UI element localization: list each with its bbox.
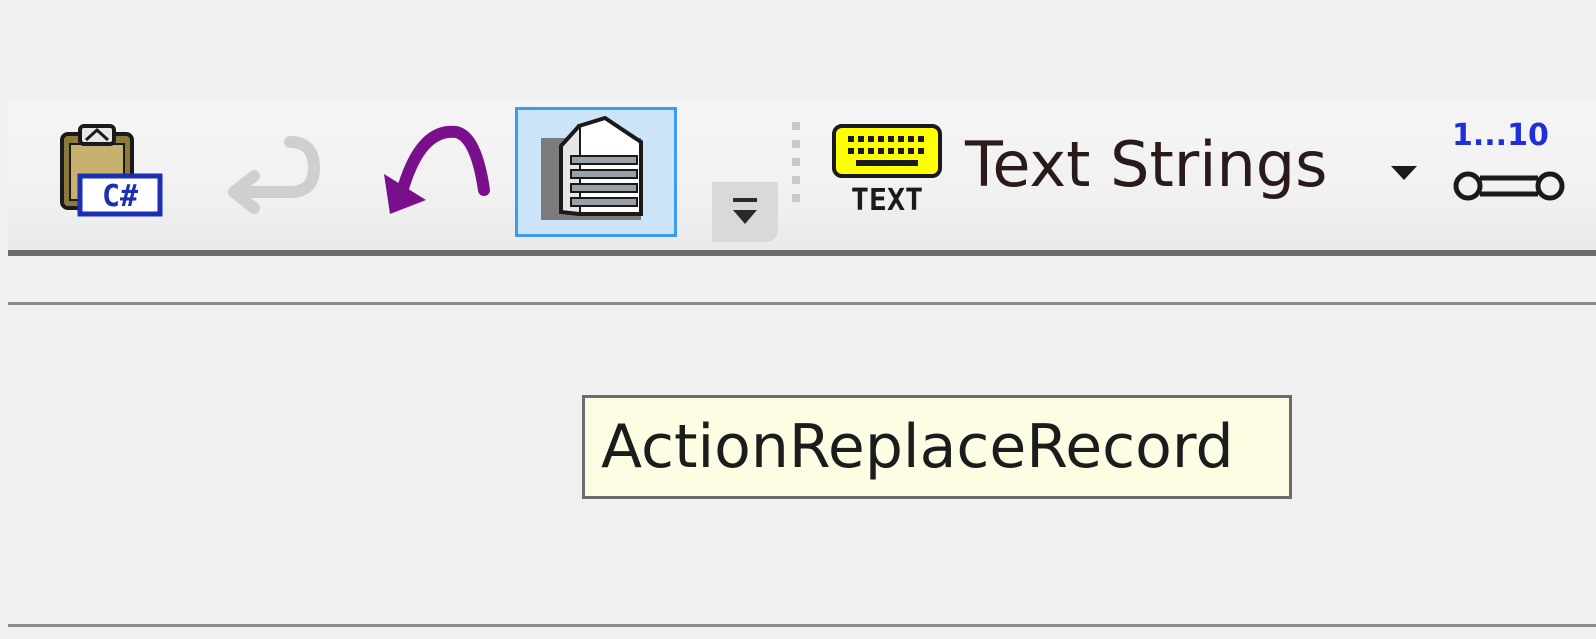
secondary-band [8, 256, 1596, 302]
database-layers-icon [541, 116, 643, 220]
undo-arrow-icon [384, 125, 490, 214]
text-strings-icon-button: TEXT [830, 120, 944, 216]
secondary-divider [8, 302, 1596, 305]
tooltip-text: ActionReplaceRecord [601, 412, 1234, 482]
svg-text:C#: C# [102, 179, 138, 214]
bottom-divider [8, 624, 1596, 627]
replace-record-button[interactable] [515, 107, 677, 237]
text-icon-label: TEXT [851, 183, 923, 216]
title-area [0, 0, 1596, 100]
range-label: 1...10 [1452, 118, 1549, 153]
toolbar-grip[interactable] [790, 122, 802, 222]
toolbar-overflow-button[interactable] [712, 182, 778, 242]
csharp-clipboard-button[interactable]: C# [56, 122, 166, 218]
undo-button[interactable] [376, 122, 492, 222]
text-keyboard-icon: TEXT [832, 124, 942, 216]
csharp-clipboard-icon: C# [60, 124, 163, 217]
dropdown-arrow-icon [1391, 166, 1417, 180]
redo-button[interactable] [220, 122, 324, 218]
tooltip: ActionReplaceRecord [582, 395, 1292, 499]
text-strings-combo[interactable]: Text Strings [965, 125, 1327, 205]
return-arrow-icon [228, 136, 321, 214]
chevron-down-icon [733, 198, 757, 224]
text-strings-dropdown[interactable] [1388, 158, 1420, 188]
